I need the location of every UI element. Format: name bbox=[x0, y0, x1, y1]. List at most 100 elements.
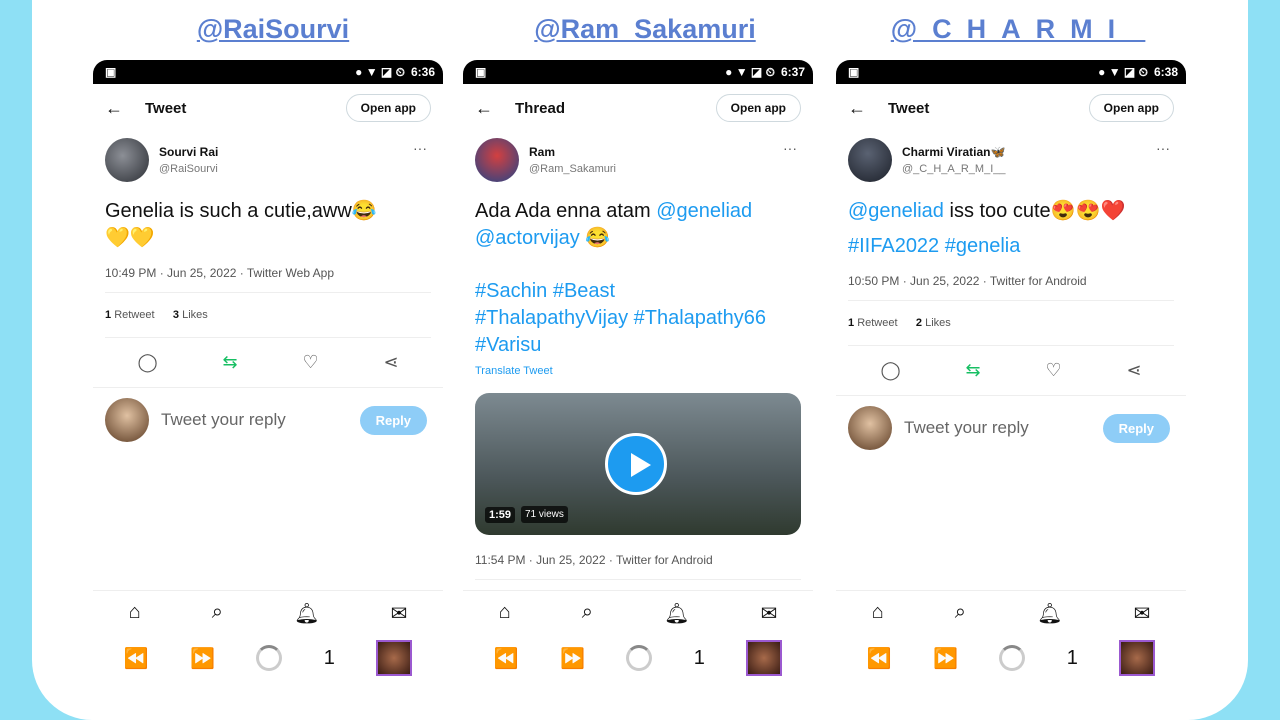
home-icon[interactable]: ⌂ bbox=[129, 601, 141, 626]
tweet-actions: ◯ ⇆ ♡ ⋖ bbox=[93, 338, 443, 388]
tweet-actions: ◯ ⇆ ♡ ⋖ bbox=[836, 346, 1186, 396]
handle-link-2[interactable]: @Ram_Sakamuri bbox=[495, 14, 795, 45]
profile-thumbnail[interactable] bbox=[376, 640, 413, 676]
video-duration: 1:59 bbox=[485, 507, 516, 523]
retweet-count: 1 bbox=[848, 317, 855, 329]
browser-back-icon[interactable]: ⏪ bbox=[494, 646, 519, 671]
tab-count[interactable]: 1 bbox=[324, 647, 335, 670]
home-icon[interactable]: ⌂ bbox=[499, 601, 511, 626]
video-player[interactable]: 1:59 71 views bbox=[475, 393, 801, 535]
search-icon[interactable]: ⌕ bbox=[212, 601, 223, 626]
tweet-meta: 11:54 PM · Jun 25, 2022 · Twitter for An… bbox=[475, 545, 801, 580]
share-icon[interactable]: ⋖ bbox=[1126, 360, 1141, 381]
profile-thumbnail[interactable] bbox=[746, 640, 783, 676]
status-time: 6:36 bbox=[410, 65, 435, 79]
comment-icon[interactable]: ◯ bbox=[137, 352, 157, 373]
bell-icon[interactable]: 🔔︎ bbox=[1037, 601, 1062, 626]
signal-icons: ● ▼ ◪ ⏲ bbox=[1098, 64, 1148, 79]
tweet-meta: 10:49 PM · Jun 25, 2022 · Twitter Web Ap… bbox=[105, 258, 431, 293]
tab-count[interactable]: 1 bbox=[1067, 647, 1078, 670]
hashtag-line[interactable]: #Varisu bbox=[475, 332, 801, 359]
comment-icon[interactable]: ◯ bbox=[880, 360, 900, 381]
mention-link[interactable]: @actorvijay bbox=[475, 227, 580, 249]
hashtag-line[interactable]: #ThalapathyVijay #Thalapathy66 bbox=[475, 305, 801, 332]
more-options-icon[interactable]: ··· bbox=[1156, 140, 1170, 156]
tweet-meta: 10:50 PM · Jun 25, 2022 · Twitter for An… bbox=[848, 266, 1174, 301]
translate-tweet-link[interactable]: Translate Tweet bbox=[463, 365, 813, 383]
open-app-button[interactable]: Open app bbox=[715, 94, 801, 122]
play-icon[interactable] bbox=[605, 433, 667, 495]
avatar[interactable] bbox=[105, 138, 149, 182]
tweet-author[interactable]: Charmi Viratian🦋 @_C_H_A_R_M_I__ ··· bbox=[836, 132, 1186, 188]
tweet-header: ← Tweet Open app bbox=[836, 84, 1186, 132]
open-app-button[interactable]: Open app bbox=[1088, 94, 1174, 122]
tweet-author[interactable]: Sourvi Rai @RaiSourvi ··· bbox=[93, 132, 443, 188]
tweet-counts: 1 Retweet 2 Likes bbox=[848, 301, 1174, 346]
tab-count[interactable]: 1 bbox=[694, 647, 705, 670]
browser-forward-icon[interactable]: ⏩ bbox=[190, 646, 215, 671]
browser-forward-icon[interactable]: ⏩ bbox=[560, 646, 585, 671]
reply-button[interactable]: Reply bbox=[359, 406, 427, 435]
mail-icon[interactable]: ✉ bbox=[761, 601, 778, 626]
tweet-text-line: iss too cute😍😍❤️ bbox=[943, 200, 1126, 222]
avatar[interactable] bbox=[848, 138, 892, 182]
back-arrow-icon[interactable]: ← bbox=[105, 98, 145, 119]
bell-icon[interactable]: 🔔︎ bbox=[294, 601, 319, 626]
author-name: Ram bbox=[529, 145, 556, 159]
search-icon[interactable]: ⌕ bbox=[955, 601, 966, 626]
tweet-author[interactable]: Ram @Ram_Sakamuri ··· bbox=[463, 132, 813, 188]
back-arrow-icon[interactable]: ← bbox=[475, 98, 515, 119]
header-title: Tweet bbox=[888, 99, 930, 117]
like-label[interactable]: Likes bbox=[925, 317, 951, 329]
browser-forward-icon[interactable]: ⏩ bbox=[933, 646, 958, 671]
heart-icon[interactable]: ♡ bbox=[1045, 360, 1061, 381]
mail-icon[interactable]: ✉ bbox=[391, 601, 408, 626]
open-app-button[interactable]: Open app bbox=[345, 94, 431, 122]
loading-spinner-icon bbox=[626, 645, 653, 671]
hashtag-line[interactable]: #Sachin #Beast bbox=[475, 278, 801, 305]
tweet-header: ← Tweet Open app bbox=[93, 84, 443, 132]
signal-icons: ● ▼ ◪ ⏲ bbox=[355, 64, 405, 79]
bell-icon[interactable]: 🔔︎ bbox=[664, 601, 689, 626]
tweet-text-line: Genelia is such a cutie,aww😂 bbox=[105, 200, 377, 222]
retweet-icon[interactable]: ⇆ bbox=[222, 352, 237, 373]
browser-back-icon[interactable]: ⏪ bbox=[124, 646, 149, 671]
more-options-icon[interactable]: ··· bbox=[413, 140, 427, 156]
retweet-icon[interactable]: ⇆ bbox=[965, 360, 980, 381]
reply-input[interactable]: Tweet your reply bbox=[161, 410, 286, 430]
reply-button[interactable]: Reply bbox=[1102, 414, 1170, 443]
phone-screenshot-3: ▣ ● ▼ ◪ ⏲ 6:38 ← Tweet Open app Charmi Vi… bbox=[836, 60, 1186, 700]
retweet-label[interactable]: Retweet bbox=[114, 309, 154, 321]
handle-link-3[interactable]: @_C_H_A_R_M_I__ bbox=[868, 14, 1168, 45]
handle-link-1[interactable]: @RaiSourvi bbox=[123, 14, 423, 45]
bottom-navigation: ⌂ ⌕ 🔔︎ ✉ ⏪ ⏩ 1 bbox=[463, 590, 813, 700]
header-title: Thread bbox=[515, 99, 566, 117]
mention-link[interactable]: @geneliad bbox=[656, 200, 752, 222]
user-avatar bbox=[848, 406, 892, 450]
author-handle: @Ram_Sakamuri bbox=[529, 163, 616, 175]
phone-screenshot-2: ▣ ● ▼ ◪ ⏲ 6:37 ← Thread Open app Ram @Ram… bbox=[463, 60, 813, 700]
gallery-icon: ▣ bbox=[105, 65, 117, 79]
profile-thumbnail[interactable] bbox=[1119, 640, 1156, 676]
mail-icon[interactable]: ✉ bbox=[1134, 601, 1151, 626]
tweet-emoji: 😂 bbox=[579, 227, 611, 249]
like-count: 3 bbox=[172, 309, 180, 321]
share-icon[interactable]: ⋖ bbox=[383, 352, 398, 373]
home-icon[interactable]: ⌂ bbox=[872, 601, 884, 626]
heart-icon[interactable]: ♡ bbox=[302, 352, 318, 373]
back-arrow-icon[interactable]: ← bbox=[848, 98, 888, 119]
like-label[interactable]: Likes bbox=[182, 309, 208, 321]
reply-input[interactable]: Tweet your reply bbox=[904, 418, 1029, 438]
status-time: 6:37 bbox=[780, 65, 805, 79]
more-options-icon[interactable]: ··· bbox=[783, 140, 797, 156]
like-count: 2 bbox=[915, 317, 923, 329]
tweet-text-line: Ada Ada enna atam bbox=[475, 200, 657, 222]
retweet-label[interactable]: Retweet bbox=[857, 317, 897, 329]
browser-back-icon[interactable]: ⏪ bbox=[867, 646, 892, 671]
hashtag-line[interactable]: #IIFA2022 #genelia bbox=[848, 233, 1174, 260]
avatar[interactable] bbox=[475, 138, 519, 182]
reply-bar: Tweet your reply Reply bbox=[836, 396, 1186, 460]
author-name: Sourvi Rai bbox=[159, 145, 219, 159]
mention-link[interactable]: @geneliad bbox=[848, 200, 944, 222]
search-icon[interactable]: ⌕ bbox=[582, 601, 593, 626]
